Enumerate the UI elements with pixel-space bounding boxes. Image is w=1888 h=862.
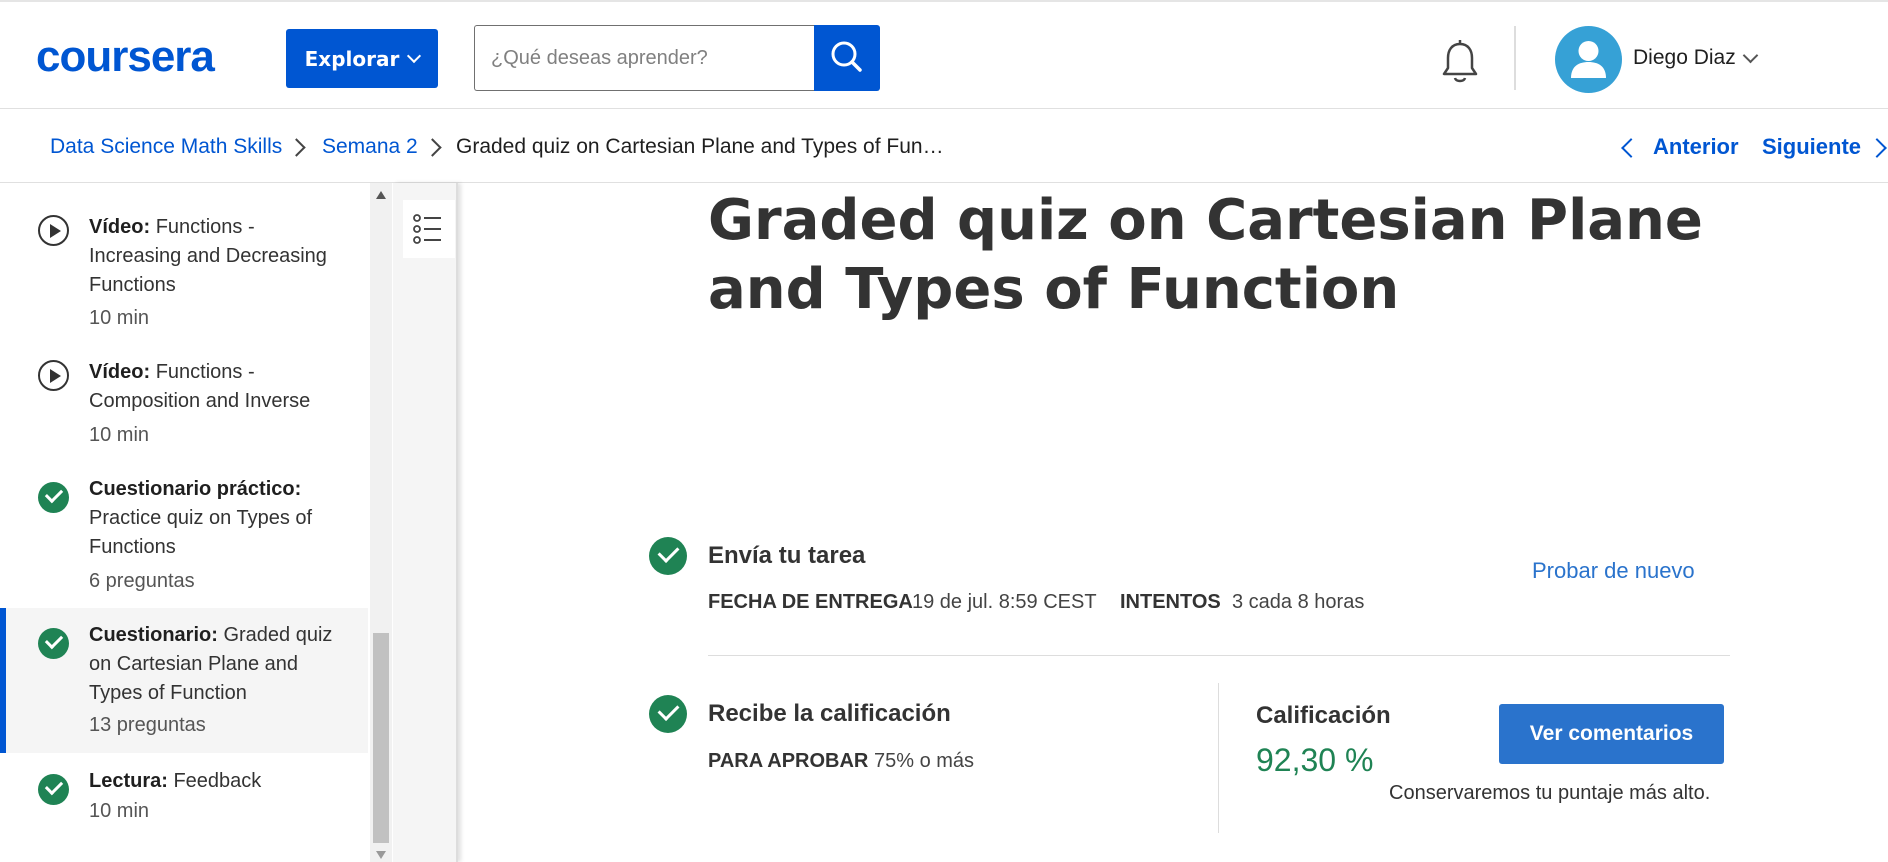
grade-value: 92,30 % [1256, 742, 1374, 778]
list-icon [413, 214, 441, 244]
explore-button-label: Explorar [304, 46, 400, 71]
submit-section-title: Envía tu tarea [708, 542, 866, 569]
due-date-value: 19 de jul. 8:59 CEST [912, 591, 1097, 613]
search-input[interactable]: ¿Qué deseas aprender? [474, 25, 814, 91]
chevron-right-icon [287, 138, 306, 157]
course-sidebar: Vídeo: Functions - Increasing and Decrea… [0, 183, 370, 862]
search-placeholder: ¿Qué deseas aprender? [491, 46, 708, 69]
sidebar-item-video-increasing[interactable]: Vídeo: Functions - Increasing and Decrea… [0, 183, 368, 329]
top-header: coursera Explorar ¿Qué deseas aprender? … [0, 0, 1888, 109]
check-circle-icon [649, 695, 687, 733]
search-icon [831, 41, 862, 72]
sidebar-item-label: Vídeo: Functions - Increasing and Decrea… [89, 216, 327, 296]
check-circle-icon [38, 482, 69, 513]
section-divider [708, 655, 1730, 656]
grade-label: Calificación [1256, 702, 1391, 729]
sidebar-item-meta: 10 min [89, 307, 150, 329]
next-button[interactable]: Siguiente [1762, 134, 1861, 160]
pass-threshold-label: PARA APROBAR [708, 750, 869, 772]
page-title: Graded quiz on Cartesian Plane and Types… [708, 188, 1703, 322]
highest-score-note: Conservaremos tu puntaje más alto. [1389, 782, 1711, 804]
breadcrumb-course[interactable]: Data Science Math Skills [50, 135, 282, 159]
grade-section-title: Recibe la calificación [708, 700, 951, 727]
sidebar-item-label: Lectura: Feedback [89, 770, 262, 792]
sidebar-item-meta: 6 preguntas [89, 570, 195, 592]
sidebar-item-label: Cuestionario: Graded quiz on Cartesian P… [89, 624, 333, 704]
outline-panel [393, 183, 458, 862]
check-circle-icon [649, 537, 687, 575]
user-name[interactable]: Diego Diaz [1633, 46, 1736, 70]
chevron-down-icon[interactable] [1742, 47, 1759, 64]
play-icon [38, 360, 69, 391]
sidebar-item-video-composition[interactable]: Vídeo: Functions - Composition and Inver… [0, 328, 368, 446]
retry-link[interactable]: Probar de nuevo [1532, 558, 1695, 584]
explore-button[interactable]: Explorar [286, 29, 438, 88]
pass-threshold-value: 75% o más [874, 750, 975, 772]
coursera-logo[interactable]: coursera [36, 32, 215, 82]
notification-bell-icon[interactable] [1438, 38, 1482, 86]
chevron-left-icon[interactable] [1621, 138, 1641, 158]
sidebar-item-reading-feedback[interactable]: Lectura: Feedback 10 min [0, 753, 368, 862]
breadcrumb: Data Science Math Skills Semana 2 Graded… [0, 109, 1888, 183]
view-feedback-button[interactable]: Ver comentarios [1499, 704, 1724, 764]
previous-button[interactable]: Anterior [1653, 134, 1739, 160]
attempts-value: 3 cada 8 horas [1232, 591, 1365, 613]
scrollbar-thumb[interactable] [373, 633, 389, 843]
check-circle-icon [38, 774, 69, 805]
play-icon [38, 215, 69, 246]
attempts-label: INTENTOS [1120, 591, 1221, 613]
chevron-right-icon[interactable] [1867, 138, 1887, 158]
user-icon [1571, 41, 1606, 78]
breadcrumb-current: Graded quiz on Cartesian Plane and Types… [456, 135, 944, 158]
chevron-right-icon [423, 138, 442, 157]
due-date-label: FECHA DE ENTREGA [708, 591, 913, 613]
sidebar-item-label: Vídeo: Functions - Composition and Inver… [89, 361, 311, 412]
header-divider [1514, 26, 1516, 90]
scroll-down-icon[interactable] [376, 851, 386, 859]
search-button[interactable] [814, 25, 880, 91]
breadcrumb-week[interactable]: Semana 2 [322, 135, 418, 159]
chevron-down-icon [407, 48, 422, 64]
check-circle-icon [38, 628, 69, 659]
sidebar-item-meta: 10 min [89, 800, 150, 822]
sidebar-item-practice-quiz[interactable]: Cuestionario práctico: Practice quiz on … [0, 445, 368, 592]
sidebar-item-graded-quiz[interactable]: Cuestionario: Graded quiz on Cartesian P… [0, 608, 368, 753]
sidebar-item-label: Cuestionario práctico: Practice quiz on … [89, 478, 313, 558]
sidebar-item-meta: 10 min [89, 424, 150, 446]
scroll-up-icon[interactable] [376, 191, 386, 199]
outline-toggle-button[interactable] [403, 200, 455, 258]
sidebar-item-meta: 13 preguntas [89, 714, 206, 736]
grade-divider [1218, 683, 1219, 833]
avatar[interactable] [1555, 26, 1622, 93]
